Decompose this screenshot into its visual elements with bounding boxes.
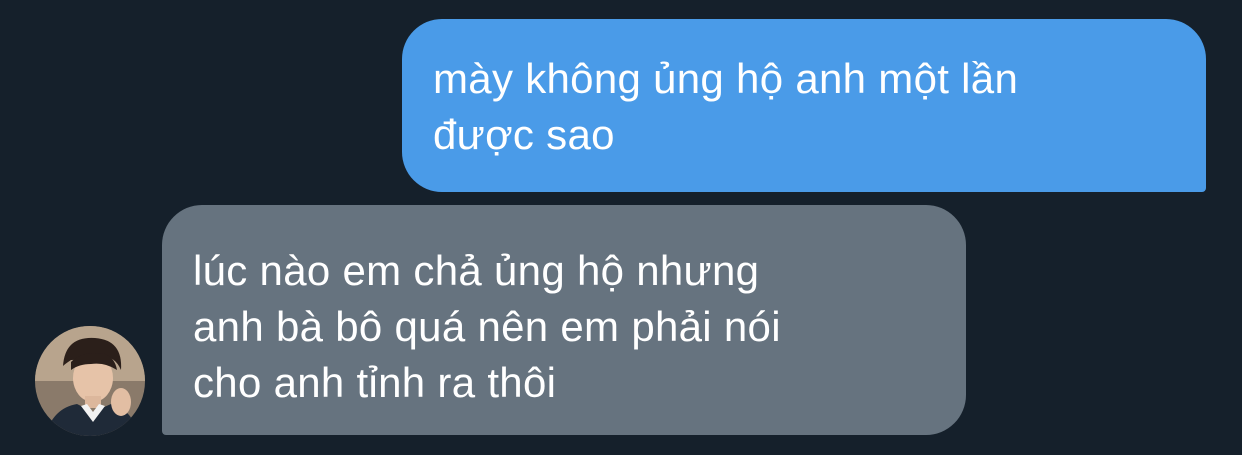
sent-message-bubble[interactable]: mày không ủng hộ anh một lần được sao xyxy=(402,19,1206,192)
avatar-image xyxy=(35,326,145,436)
contact-avatar[interactable] xyxy=(35,326,145,436)
conversation-view: mày không ủng hộ anh một lần được sao lú… xyxy=(0,0,1242,455)
received-message-bubble[interactable]: lúc nào em chả ủng hộ nhưng anh bà bô qu… xyxy=(162,205,966,435)
